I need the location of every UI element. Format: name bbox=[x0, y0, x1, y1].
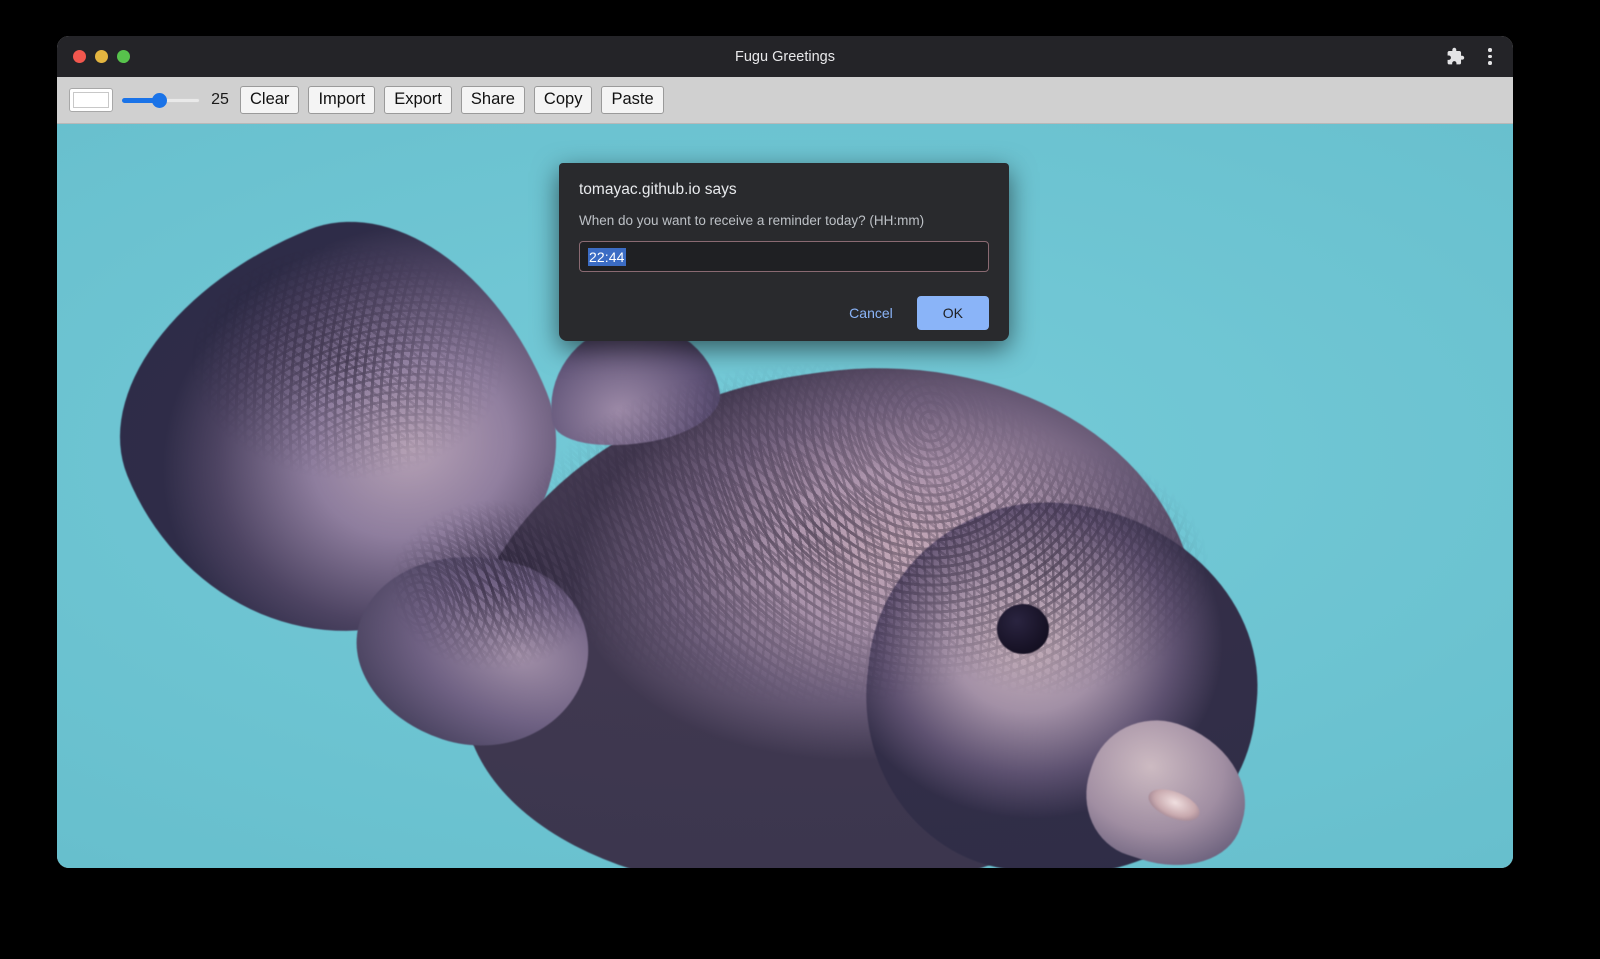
dialog-origin-title: tomayac.github.io says bbox=[579, 181, 989, 199]
titlebar-right-controls bbox=[1446, 47, 1499, 67]
color-picker-input[interactable] bbox=[69, 88, 113, 112]
browser-window: Fugu Greetings bbox=[57, 36, 1513, 868]
app-toolbar: 25 Clear Import Export Share Copy Paste bbox=[57, 77, 1513, 124]
reminder-time-input-value: 22:44 bbox=[588, 248, 626, 266]
reminder-time-input[interactable]: 22:44 bbox=[579, 241, 989, 272]
copy-button[interactable]: Copy bbox=[534, 86, 593, 114]
kebab-dot-2 bbox=[1488, 55, 1492, 59]
import-button[interactable]: Import bbox=[308, 86, 375, 114]
cancel-button[interactable]: Cancel bbox=[839, 297, 903, 329]
share-button[interactable]: Share bbox=[461, 86, 525, 114]
export-button[interactable]: Export bbox=[384, 86, 452, 114]
slider-thumb[interactable] bbox=[152, 93, 167, 108]
dialog-button-row: Cancel OK bbox=[579, 296, 989, 330]
kebab-dot-1 bbox=[1488, 48, 1492, 52]
ok-button[interactable]: OK bbox=[917, 296, 989, 330]
paste-button[interactable]: Paste bbox=[601, 86, 663, 114]
line-width-slider[interactable] bbox=[122, 89, 200, 111]
color-picker-swatch bbox=[73, 92, 109, 108]
clear-button[interactable]: Clear bbox=[240, 86, 299, 114]
javascript-prompt-dialog: tomayac.github.io says When do you want … bbox=[559, 163, 1009, 341]
traffic-light-controls bbox=[57, 50, 130, 63]
browser-menu-kebab-icon[interactable] bbox=[1481, 47, 1499, 67]
desktop-background: Fugu Greetings bbox=[0, 0, 1600, 959]
maximize-window-button[interactable] bbox=[117, 50, 130, 63]
close-window-button[interactable] bbox=[73, 50, 86, 63]
extensions-puzzle-icon[interactable] bbox=[1446, 47, 1465, 66]
title-bar: Fugu Greetings bbox=[57, 36, 1513, 77]
minimize-window-button[interactable] bbox=[95, 50, 108, 63]
fish-eye bbox=[997, 604, 1049, 654]
kebab-dot-3 bbox=[1488, 61, 1492, 65]
window-title: Fugu Greetings bbox=[57, 49, 1513, 65]
line-width-value: 25 bbox=[209, 91, 231, 109]
dialog-message-text: When do you want to receive a reminder t… bbox=[579, 213, 989, 228]
drawing-canvas[interactable]: tomayac.github.io says When do you want … bbox=[57, 124, 1513, 868]
